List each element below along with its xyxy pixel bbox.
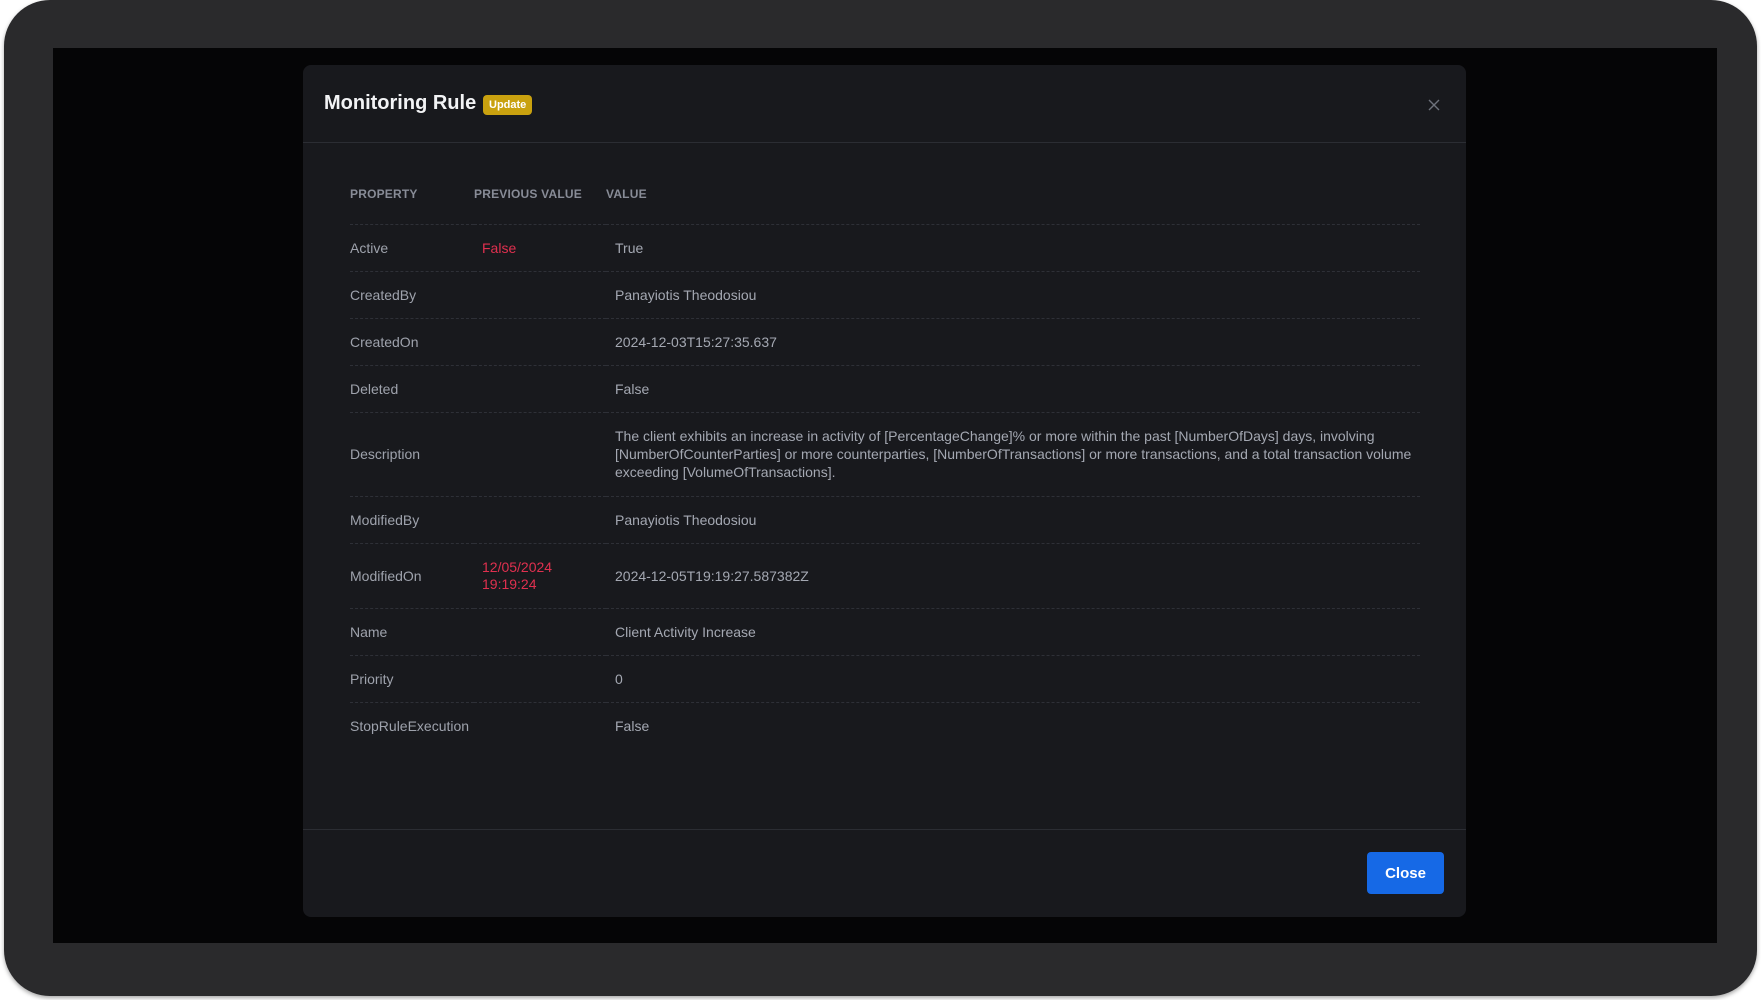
device-frame: Monitoring Rule Update PROPERTY PREVIOUS… <box>4 0 1757 996</box>
modal-footer: Close <box>303 829 1466 917</box>
table-row: Deleted False <box>350 365 1420 413</box>
property-cell: Description <box>350 412 474 497</box>
property-cell: StopRuleExecution <box>350 717 470 734</box>
table-row: Active False True <box>350 224 1420 272</box>
value-cell: 0 <box>606 655 1420 703</box>
property-cell: ModifiedBy <box>350 496 474 544</box>
column-header-previous-value: PREVIOUS VALUE <box>474 178 606 225</box>
table-row: ModifiedBy Panayiotis Theodosiou <box>350 496 1420 544</box>
value-cell: Panayiotis Theodosiou <box>606 496 1420 544</box>
table-header-row: PROPERTY PREVIOUS VALUE VALUE <box>350 178 1420 225</box>
previous-value-cell <box>474 496 606 544</box>
value-cell: False <box>606 365 1420 413</box>
modal-body: PROPERTY PREVIOUS VALUE VALUE Active Fal… <box>350 178 1420 749</box>
previous-value-cell: False <box>474 224 606 272</box>
value-cell: 2024-12-03T15:27:35.637 <box>606 318 1420 366</box>
table-row: StopRuleExecution False <box>350 702 1420 749</box>
value-cell: Client Activity Increase <box>606 608 1420 656</box>
previous-value-cell <box>474 655 606 703</box>
property-cell: ModifiedOn <box>350 543 474 609</box>
previous-value-cell <box>474 271 606 319</box>
modal-header: Monitoring Rule Update <box>303 65 1466 143</box>
update-badge: Update <box>483 95 533 115</box>
property-cell: Name <box>350 608 474 656</box>
modal-title: Monitoring Rule <box>324 92 477 114</box>
value-cell: Panayiotis Theodosiou <box>606 271 1420 319</box>
previous-value-cell <box>474 702 606 749</box>
previous-value-cell: 12/05/2024 19:19:24 <box>474 543 606 609</box>
previous-value-cell <box>474 365 606 413</box>
property-cell: Deleted <box>350 365 474 413</box>
value-cell: 2024-12-05T19:19:27.587382Z <box>606 543 1420 609</box>
previous-value-cell <box>474 412 606 497</box>
close-button[interactable]: Close <box>1367 852 1444 894</box>
column-header-value: VALUE <box>606 178 1420 225</box>
previous-value-cell <box>474 318 606 366</box>
table-row: Description The client exhibits an incre… <box>350 412 1420 497</box>
screen: Monitoring Rule Update PROPERTY PREVIOUS… <box>53 48 1717 943</box>
column-header-property: PROPERTY <box>350 178 474 225</box>
property-cell: Active <box>350 224 474 272</box>
table-row: Priority 0 <box>350 655 1420 703</box>
table-row: ModifiedOn 12/05/2024 19:19:24 2024-12-0… <box>350 543 1420 609</box>
property-cell: CreatedBy <box>350 271 474 319</box>
previous-value-cell <box>474 608 606 656</box>
monitoring-rule-modal: Monitoring Rule Update PROPERTY PREVIOUS… <box>303 65 1466 917</box>
changes-table: PROPERTY PREVIOUS VALUE VALUE Active Fal… <box>350 178 1420 749</box>
property-cell: Priority <box>350 655 474 703</box>
property-cell: CreatedOn <box>350 318 474 366</box>
value-cell: False <box>615 717 650 734</box>
close-icon[interactable] <box>1422 93 1446 117</box>
table-row: CreatedBy Panayiotis Theodosiou <box>350 271 1420 319</box>
value-cell: The client exhibits an increase in activ… <box>606 412 1420 497</box>
table-row: Name Client Activity Increase <box>350 608 1420 656</box>
table-row: CreatedOn 2024-12-03T15:27:35.637 <box>350 318 1420 366</box>
value-cell: True <box>606 224 1420 272</box>
